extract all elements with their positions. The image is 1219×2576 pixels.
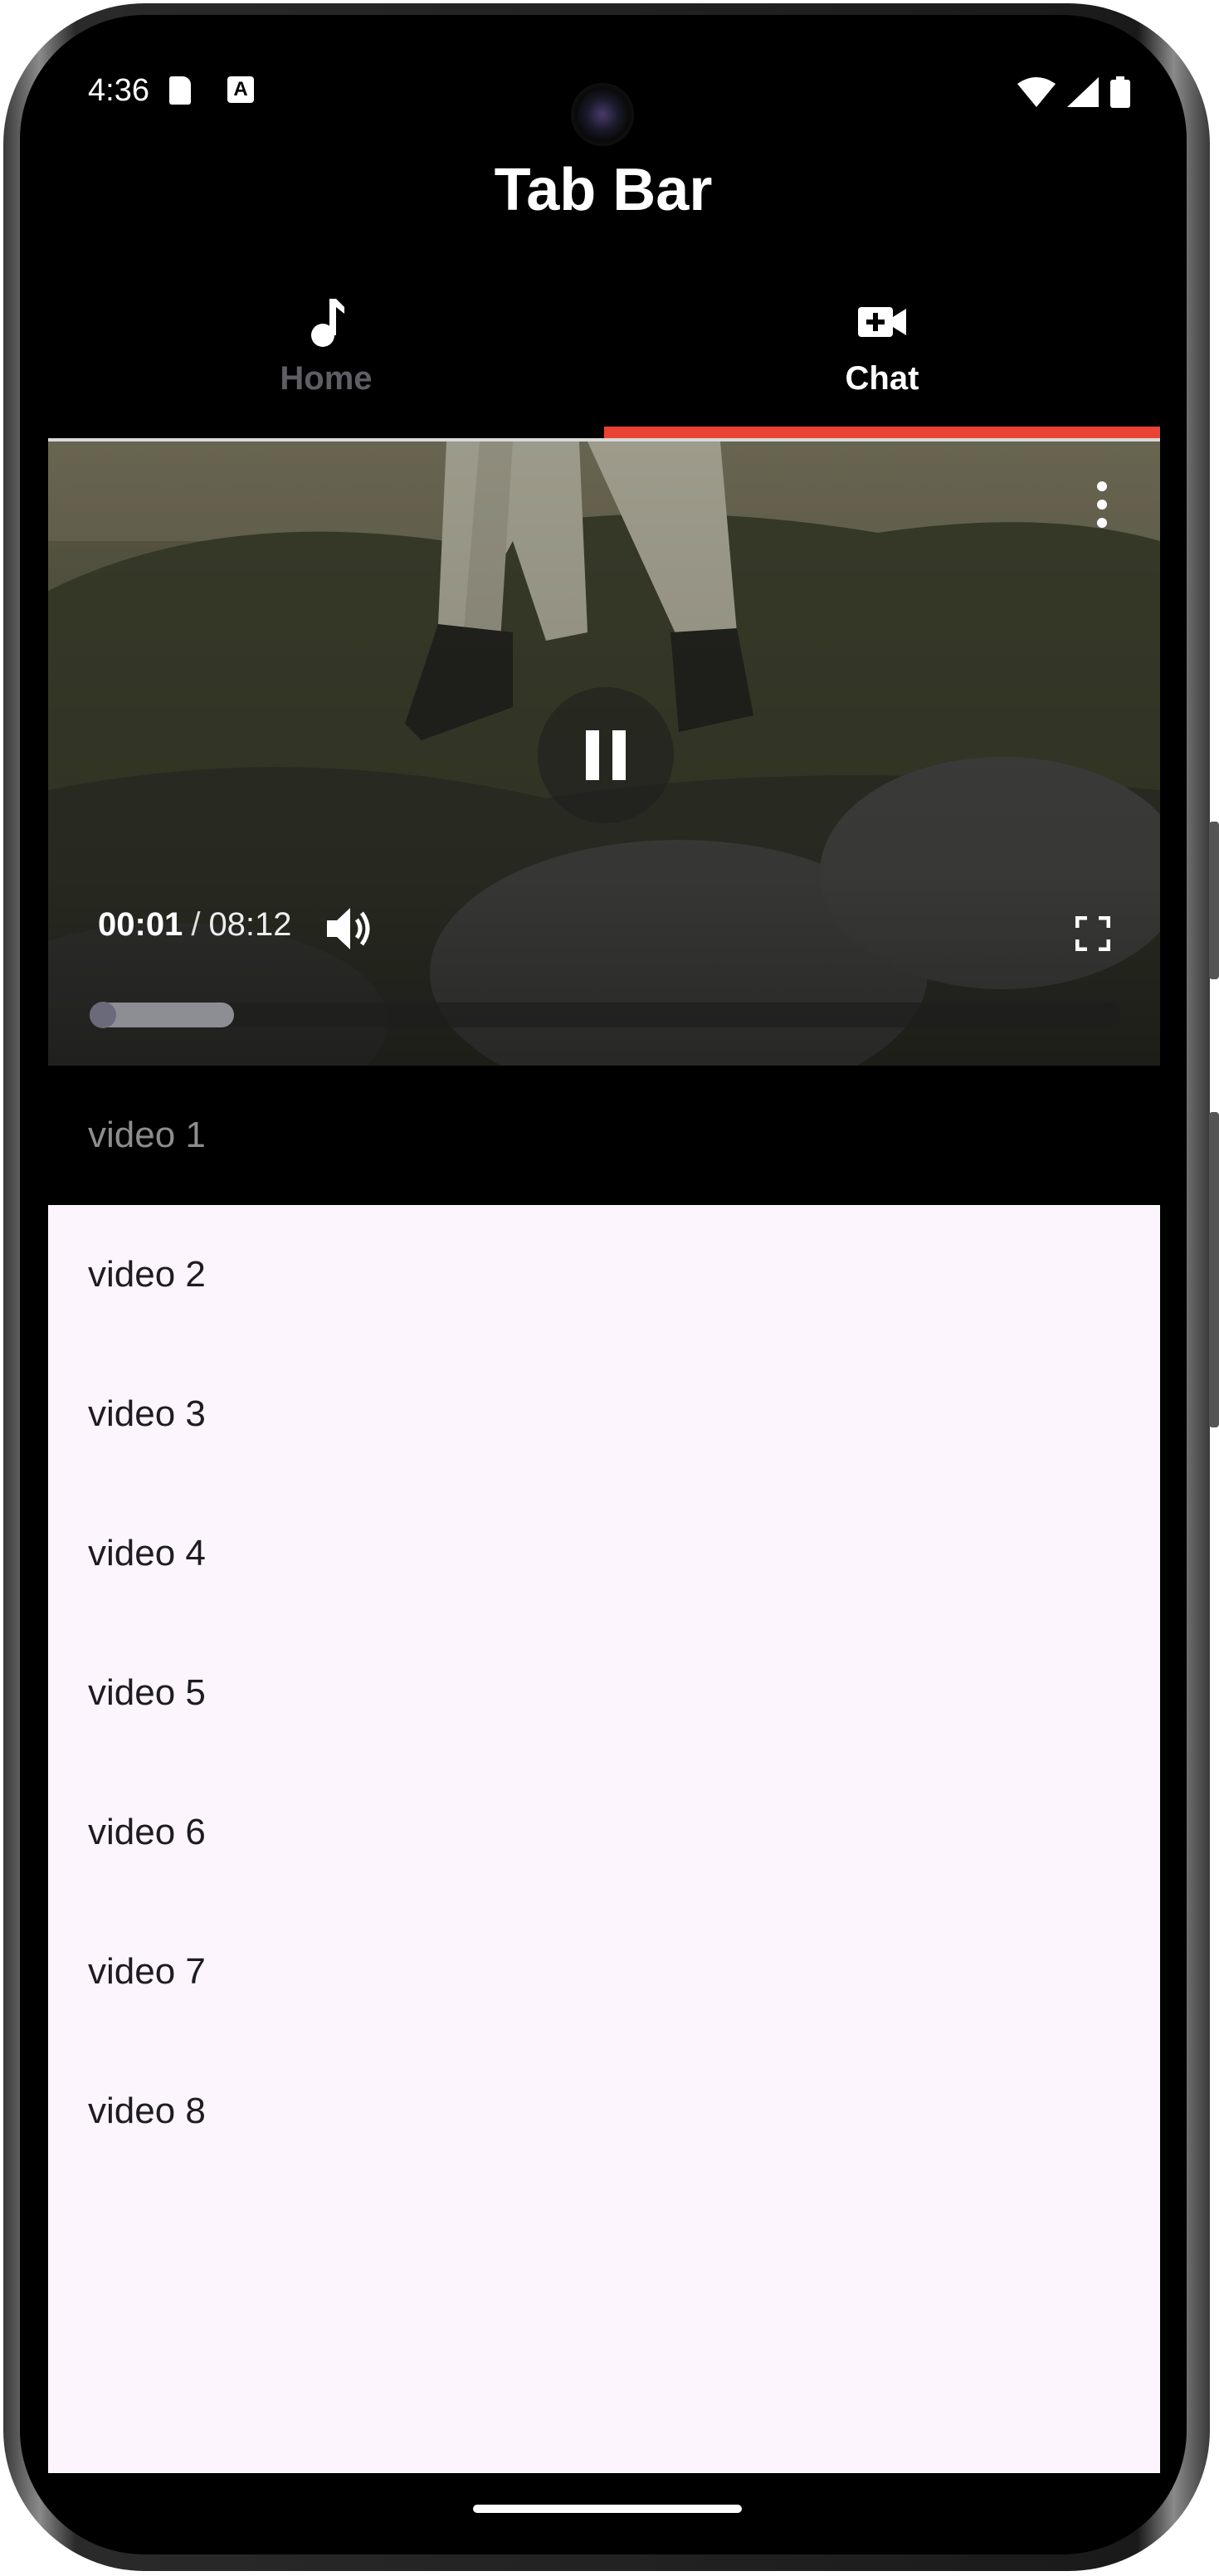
tab-chat-label: Chat [845, 360, 919, 397]
font-a-icon: A [227, 76, 254, 103]
status-icons [1017, 76, 1130, 108]
tab-home[interactable]: Home [48, 281, 604, 440]
progress-bar[interactable] [90, 1002, 1120, 1028]
pause-icon [584, 730, 627, 784]
video-add-icon [858, 297, 906, 343]
video-list: video 1 video 2 video 3 video 4 video 5 … [48, 1066, 1160, 2473]
list-item[interactable]: video 3 [48, 1344, 1160, 1484]
list-item[interactable]: video 5 [48, 1623, 1160, 1763]
wifi-icon [1017, 77, 1056, 107]
time-separator: / [191, 906, 201, 943]
list-item[interactable]: video 2 [48, 1205, 1160, 1344]
current-time: 00:01 [98, 906, 183, 943]
tab-bar: Home Chat [48, 281, 1160, 440]
duration: 08:12 [208, 906, 292, 943]
more-vert-icon[interactable] [1094, 480, 1110, 529]
device: 4:36 A Tab Bar Home Chat 00:01 / 08:12 v… [0, 0, 1219, 2576]
tab-home-label: Home [280, 360, 373, 397]
signal-icon [1067, 77, 1099, 107]
list-item[interactable]: video 8 [48, 2042, 1160, 2181]
status-time: 4:36 [88, 73, 149, 108]
battery-icon [1110, 76, 1130, 108]
tab-indicator [604, 427, 1160, 438]
gesture-nav-handle[interactable] [473, 2505, 742, 2513]
volume-icon[interactable] [327, 906, 377, 955]
list-item[interactable]: video 6 [48, 1763, 1160, 1902]
pause-button[interactable] [538, 687, 674, 823]
sd-card-icon [169, 76, 191, 105]
list-item[interactable]: video 1 [48, 1066, 1160, 1205]
fullscreen-icon[interactable] [1075, 915, 1111, 955]
video-player[interactable]: 00:01 / 08:12 [48, 442, 1160, 1066]
side-button [1209, 822, 1219, 979]
time-display: 00:01 / 08:12 [98, 906, 292, 944]
list-item[interactable]: video 4 [48, 1484, 1160, 1623]
progress-thumb[interactable] [90, 1002, 116, 1028]
tab-chat[interactable]: Chat [604, 281, 1160, 440]
list-item[interactable]: video 7 [48, 1902, 1160, 2042]
side-button [1209, 1112, 1219, 1427]
music-note-icon [308, 297, 344, 351]
front-camera [571, 83, 634, 146]
screen: 4:36 A Tab Bar Home Chat 00:01 / 08:12 v… [20, 15, 1187, 2554]
page-title: Tab Bar [494, 157, 713, 223]
